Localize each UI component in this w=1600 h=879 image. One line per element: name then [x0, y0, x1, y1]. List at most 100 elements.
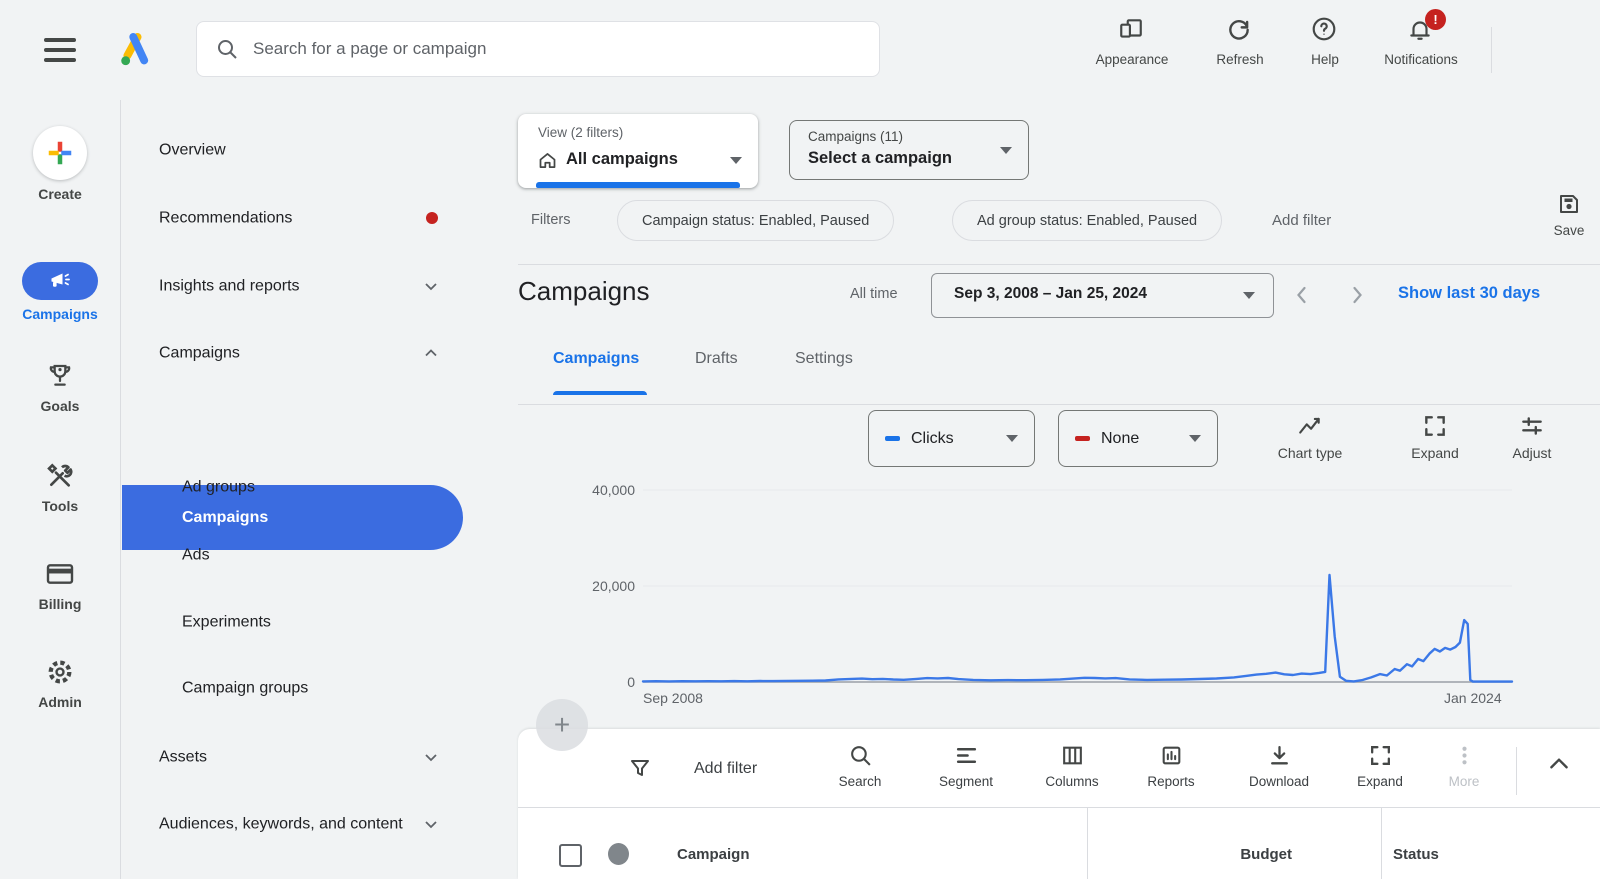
- line-chart-icon: [1255, 413, 1365, 439]
- rail-item-campaigns[interactable]: Campaigns: [0, 262, 120, 322]
- table-reports-button[interactable]: Reports: [1123, 743, 1219, 789]
- subnav-item-experiments[interactable]: Experiments: [182, 608, 432, 635]
- date-range-value: Sep 3, 2008 – Jan 25, 2024: [954, 285, 1147, 303]
- y-axis-tick-0: 0: [560, 674, 635, 690]
- chevron-up-icon[interactable]: [423, 345, 439, 361]
- column-divider[interactable]: [1381, 808, 1382, 879]
- table-search-button[interactable]: Search: [812, 743, 908, 789]
- secondary-metric-color-dash: [1075, 436, 1090, 441]
- appearance-button[interactable]: Appearance: [1082, 16, 1182, 67]
- chevron-down-icon[interactable]: [423, 816, 439, 832]
- tools-icon: [0, 460, 120, 492]
- save-button[interactable]: Save: [1537, 192, 1600, 238]
- subnav-item-campaign-groups[interactable]: Campaign groups: [182, 674, 432, 701]
- dropdown-caret-icon: [1189, 435, 1201, 442]
- filters-label: Filters: [531, 212, 570, 228]
- next-period-icon[interactable]: [1345, 282, 1369, 308]
- chevron-down-icon[interactable]: [423, 749, 439, 765]
- subnav-item-overview[interactable]: Overview: [159, 136, 409, 163]
- subnav-item-campaigns-group[interactable]: Campaigns: [159, 339, 409, 366]
- y-axis-tick-40000: 40,000: [560, 482, 635, 498]
- filter-chip-campaign-status[interactable]: Campaign status: Enabled, Paused: [617, 200, 894, 241]
- table-segment-button[interactable]: Segment: [918, 743, 1014, 789]
- topbar-divider: [1491, 27, 1492, 73]
- search-icon: [215, 37, 239, 61]
- time-scope-label: All time: [850, 286, 898, 302]
- rail-item-goals[interactable]: Goals: [0, 360, 120, 414]
- chart-type-button[interactable]: Chart type: [1255, 413, 1365, 461]
- create-button[interactable]: Create: [0, 126, 120, 202]
- add-filter-link[interactable]: Add filter: [1272, 212, 1331, 229]
- home-icon: [537, 150, 558, 171]
- main-menu-icon[interactable]: [44, 38, 76, 62]
- column-divider[interactable]: [1087, 808, 1088, 879]
- rail-item-billing[interactable]: Billing: [0, 558, 120, 612]
- expand-icon: [1332, 743, 1428, 768]
- tab-settings[interactable]: Settings: [795, 350, 853, 368]
- status-dot-icon[interactable]: [608, 843, 629, 865]
- chevron-down-icon[interactable]: [423, 278, 439, 294]
- zoom-add-fab[interactable]: +: [536, 699, 588, 751]
- tabs-divider: [518, 404, 1600, 405]
- table-toolbar: Add filter Search Segment: [518, 729, 1600, 807]
- campaigns-table-card: Add filter Search Segment: [518, 729, 1600, 879]
- notifications-icon: !: [1407, 16, 1435, 44]
- previous-period-icon[interactable]: [1290, 282, 1314, 308]
- collapse-chart-icon[interactable]: [1546, 751, 1572, 777]
- select-all-checkbox[interactable]: [559, 844, 582, 867]
- search-icon: [812, 743, 908, 768]
- table-columns-button[interactable]: Columns: [1024, 743, 1120, 789]
- dropdown-caret-icon: [1006, 435, 1018, 442]
- column-header-budget[interactable]: Budget: [1158, 846, 1292, 863]
- global-search-input[interactable]: Search for a page or campaign: [196, 21, 880, 77]
- chart-adjust-button[interactable]: Adjust: [1477, 413, 1587, 461]
- subnav-item-assets[interactable]: Assets: [159, 743, 409, 770]
- save-icon: [1537, 192, 1600, 216]
- view-selector[interactable]: View (2 filters) All campaigns: [518, 114, 758, 188]
- column-header-status[interactable]: Status: [1393, 846, 1439, 863]
- gear-icon: [0, 656, 120, 688]
- help-button[interactable]: Help: [1275, 16, 1375, 67]
- date-range-selector[interactable]: Sep 3, 2008 – Jan 25, 2024: [931, 273, 1274, 318]
- columns-icon: [1024, 743, 1120, 768]
- filter-chip-ad-group-status[interactable]: Ad group status: Enabled, Paused: [952, 200, 1222, 241]
- primary-metric-selector[interactable]: Clicks: [868, 410, 1035, 467]
- toolbar-divider: [1516, 747, 1517, 795]
- x-axis-start-label: Sep 2008: [643, 690, 703, 706]
- subnav-item-ad-groups[interactable]: Ad groups: [182, 473, 432, 500]
- funnel-icon[interactable]: [628, 756, 652, 780]
- campaign-selector[interactable]: Campaigns (11) Select a campaign: [789, 120, 1029, 180]
- sliders-icon: [1477, 413, 1587, 439]
- table-download-button[interactable]: Download: [1231, 743, 1327, 789]
- subnav-item-recommendations[interactable]: Recommendations: [159, 204, 409, 231]
- subnav-item-ads[interactable]: Ads: [182, 541, 432, 568]
- notification-badge: !: [1425, 9, 1446, 30]
- google-ads-app: Search for a page or campaign Appearance…: [0, 0, 1600, 879]
- rail-item-admin[interactable]: Admin: [0, 656, 120, 710]
- table-header-row: Campaign Budget Status: [518, 807, 1600, 879]
- subnav-item-audiences-keywords-content[interactable]: Audiences, keywords, and content: [159, 810, 409, 837]
- table-add-filter-button[interactable]: Add filter: [694, 760, 757, 778]
- credit-card-icon: [0, 558, 120, 590]
- table-more-button[interactable]: More: [1416, 743, 1512, 789]
- rail-item-tools[interactable]: Tools: [0, 460, 120, 514]
- secondary-metric-selector[interactable]: None: [1058, 410, 1218, 467]
- dropdown-caret-icon: [730, 157, 742, 164]
- clicks-timeseries-chart[interactable]: [637, 470, 1517, 686]
- subnav-item-insights-and-reports[interactable]: Insights and reports: [159, 272, 409, 299]
- refresh-icon: [1226, 16, 1254, 44]
- table-expand-button[interactable]: Expand: [1332, 743, 1428, 789]
- chart-expand-button[interactable]: Expand: [1380, 413, 1490, 461]
- dropdown-caret-icon: [1243, 292, 1255, 299]
- trophy-icon: [44, 360, 76, 392]
- section-divider: [518, 264, 1600, 265]
- show-last-30-days-link[interactable]: Show last 30 days: [1398, 284, 1540, 303]
- megaphone-icon: [22, 262, 98, 300]
- help-icon: [1311, 16, 1339, 44]
- notifications-button[interactable]: ! Notifications: [1371, 16, 1471, 67]
- tab-campaigns[interactable]: Campaigns: [553, 350, 639, 368]
- tab-drafts[interactable]: Drafts: [695, 350, 738, 368]
- download-icon: [1231, 743, 1327, 768]
- campaigns-subnav: Overview Recommendations Insights and re…: [120, 100, 500, 879]
- column-header-campaign[interactable]: Campaign: [677, 846, 750, 863]
